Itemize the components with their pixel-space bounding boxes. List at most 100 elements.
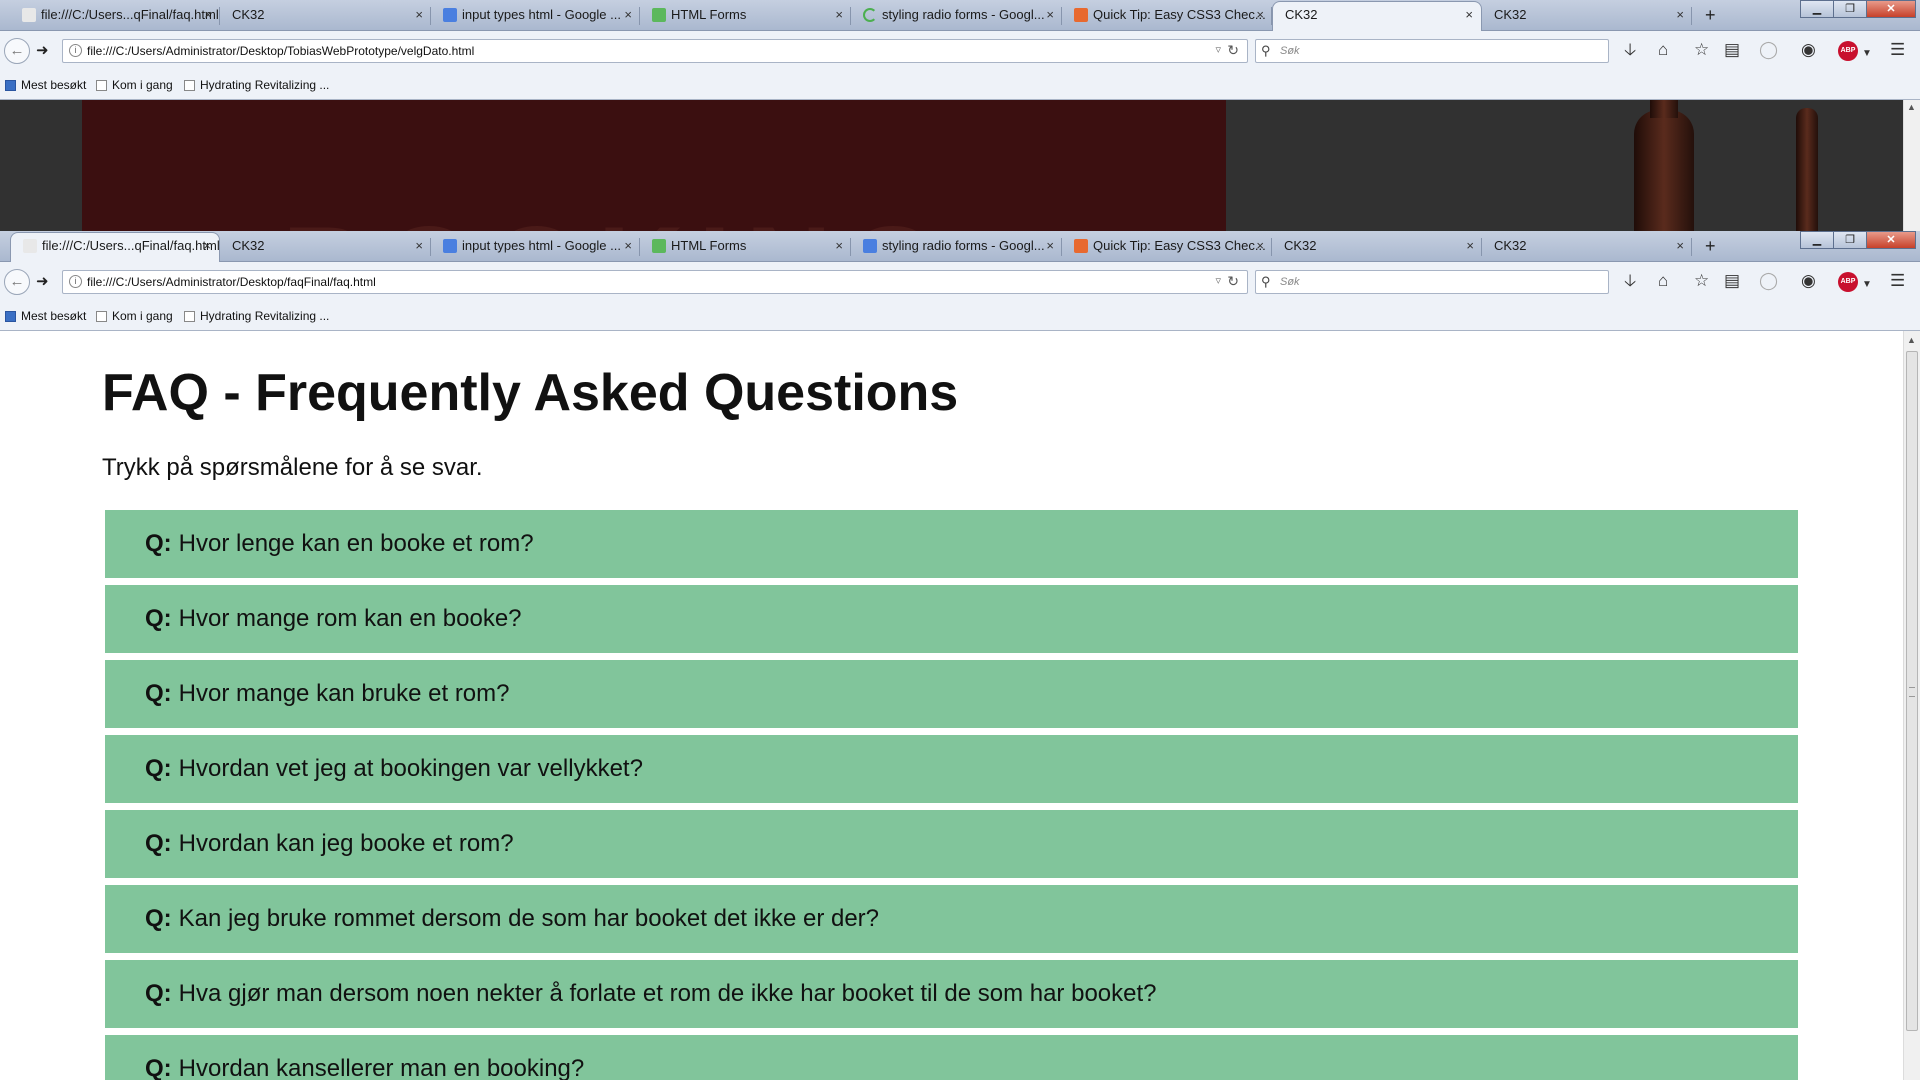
close-tab-icon[interactable]: × [1465, 2, 1473, 28]
browser-tab[interactable]: CK32 × [1272, 1, 1482, 32]
minimize-button[interactable]: ▁ [1800, 0, 1834, 18]
close-tab-icon[interactable]: × [835, 2, 843, 28]
home-icon[interactable]: ⌂ [1658, 271, 1668, 291]
browser-tab[interactable]: CK32 × [220, 2, 431, 31]
w3-icon [652, 239, 666, 253]
browser-tab[interactable]: CK32 × [1482, 2, 1692, 31]
url-bar[interactable]: i file:///C:/Users/Administrator/Desktop… [62, 270, 1248, 294]
tab-label: Quick Tip: Easy CSS3 Chec... [1093, 238, 1266, 253]
search-placeholder: Søk [1280, 45, 1300, 57]
close-tab-icon[interactable]: × [835, 233, 843, 259]
close-tab-icon[interactable]: × [624, 2, 632, 28]
back-button[interactable]: ← [4, 38, 30, 64]
close-tab-icon[interactable]: × [1256, 2, 1264, 28]
adblock-icon[interactable]: ABP [1838, 41, 1858, 61]
browser-tab[interactable]: HTML Forms × [640, 233, 851, 262]
browser-tab[interactable]: input types html - Google ... × [431, 233, 640, 262]
url-bar[interactable]: i file:///C:/Users/Administrator/Desktop… [62, 39, 1248, 63]
new-tab-button[interactable]: + [1705, 3, 1716, 27]
maximize-button[interactable]: ❐ [1833, 231, 1867, 249]
page-intro: Trykk på spørsmålene for å se svar. [102, 454, 483, 481]
adblock-dropdown-icon[interactable]: ▼ [1862, 275, 1872, 295]
page-title: FAQ - Frequently Asked Questions [102, 364, 959, 422]
close-tab-icon[interactable]: × [415, 2, 423, 28]
browser-tab[interactable]: Quick Tip: Easy CSS3 Chec... × [1062, 2, 1272, 31]
reading-list-icon[interactable]: ▤ [1724, 40, 1740, 60]
adblock-dropdown-icon[interactable]: ▼ [1862, 44, 1872, 64]
faq-question[interactable]: Q: Hvordan kansellerer man en booking? [105, 1035, 1798, 1080]
adblock-icon[interactable]: ABP [1838, 272, 1858, 292]
minimize-button[interactable]: ▁ [1800, 231, 1834, 249]
close-tab-icon[interactable]: × [415, 233, 423, 259]
browser-tab[interactable]: CK32 × [220, 233, 431, 262]
home-icon[interactable]: ⌂ [1658, 40, 1668, 60]
vertical-scrollbar[interactable]: ▲ [1903, 331, 1920, 1080]
close-tab-icon[interactable]: × [624, 233, 632, 259]
bookmark-most-visited[interactable]: Mest besøkt [5, 309, 86, 323]
bookmark-getting-started[interactable]: Kom i gang [96, 309, 173, 323]
url-dropdown-icon[interactable]: ▿ [1215, 43, 1221, 56]
faq-question[interactable]: Q: Hvor mange rom kan en booke? [105, 585, 1798, 653]
url-dropdown-icon[interactable]: ▿ [1215, 274, 1221, 287]
bookmark-star-icon[interactable]: ☆ [1694, 40, 1709, 60]
forward-button[interactable]: ➜ [36, 272, 49, 290]
reload-icon[interactable]: ↻ [1227, 273, 1239, 290]
scroll-up-arrow-icon[interactable]: ▲ [1907, 102, 1916, 112]
chat-icon[interactable]: ◉ [1801, 40, 1816, 60]
close-tab-icon[interactable]: × [1676, 2, 1684, 28]
faq-question[interactable]: Q: Hvor mange kan bruke et rom? [105, 660, 1798, 728]
question-text: Hvordan kansellerer man en booking? [178, 1055, 585, 1080]
menu-icon[interactable]: ☰ [1890, 271, 1905, 291]
maximize-button[interactable]: ❐ [1833, 0, 1867, 18]
pocket-icon[interactable]: ◯ [1759, 271, 1778, 291]
new-tab-button[interactable]: + [1705, 234, 1716, 258]
browser-tab[interactable]: file:///C:/Users...qFinal/faq.html × [10, 232, 220, 263]
close-tab-icon[interactable]: × [203, 233, 211, 259]
reading-list-icon[interactable]: ▤ [1724, 271, 1740, 291]
page-info-icon[interactable]: i [69, 275, 82, 288]
url-text[interactable]: file:///C:/Users/Administrator/Desktop/f… [87, 275, 376, 289]
search-bar[interactable]: ⚲ Søk [1255, 39, 1609, 63]
bookmark-hydrating[interactable]: Hydrating Revitalizing ... [184, 78, 329, 92]
faq-question[interactable]: Q: Hvordan kan jeg booke et rom? [105, 810, 1798, 878]
browser-tab[interactable]: input types html - Google ... × [431, 2, 640, 31]
close-tab-icon[interactable]: × [1466, 233, 1474, 259]
bookmark-getting-started[interactable]: Kom i gang [96, 78, 173, 92]
scrollbar-thumb[interactable] [1906, 351, 1918, 1031]
faq-question[interactable]: Q: Hva gjør man dersom noen nekter å forl… [105, 960, 1798, 1028]
search-bar[interactable]: ⚲ Søk [1255, 270, 1609, 294]
scroll-up-arrow-icon[interactable]: ▲ [1907, 335, 1916, 345]
close-window-button[interactable]: ✕ [1866, 0, 1916, 18]
close-tab-icon[interactable]: × [204, 2, 212, 28]
faq-question[interactable]: Q: Hvor lenge kan en booke et rom? [105, 510, 1798, 578]
bookmark-star-icon[interactable]: ☆ [1694, 271, 1709, 291]
browser-tab[interactable]: styling radio forms - Googl... × [851, 2, 1062, 31]
reload-icon[interactable]: ↻ [1227, 42, 1239, 59]
download-icon[interactable]: 🡣 [1624, 271, 1636, 291]
menu-icon[interactable]: ☰ [1890, 40, 1905, 60]
faq-question[interactable]: Q: Hvordan vet jeg at bookingen var velly… [105, 735, 1798, 803]
close-tab-icon[interactable]: × [1046, 233, 1054, 259]
close-window-button[interactable]: ✕ [1866, 231, 1916, 249]
pocket-icon[interactable]: ◯ [1759, 40, 1778, 60]
faq-question[interactable]: Q: Kan jeg bruke rommet dersom de som har… [105, 885, 1798, 953]
back-button[interactable]: ← [4, 269, 30, 295]
close-tab-icon[interactable]: × [1676, 233, 1684, 259]
bookmark-most-visited[interactable]: Mest besøkt [5, 78, 86, 92]
close-tab-icon[interactable]: × [1256, 233, 1264, 259]
browser-tab[interactable]: Quick Tip: Easy CSS3 Chec... × [1062, 233, 1272, 262]
forward-button[interactable]: ➜ [36, 41, 49, 59]
scrollbar[interactable]: ▲ [1903, 100, 1920, 231]
browser-tab[interactable]: styling radio forms - Googl... × [851, 233, 1062, 262]
browser-tab[interactable]: CK32 × [1272, 233, 1482, 262]
chat-icon[interactable]: ◉ [1801, 271, 1816, 291]
google-icon [443, 239, 457, 253]
download-icon[interactable]: 🡣 [1624, 40, 1636, 60]
browser-tab[interactable]: CK32 × [1482, 233, 1692, 262]
bookmark-hydrating[interactable]: Hydrating Revitalizing ... [184, 309, 329, 323]
browser-tab[interactable]: file:///C:/Users...qFinal/faq.html × [10, 2, 220, 31]
url-text[interactable]: file:///C:/Users/Administrator/Desktop/T… [87, 44, 474, 58]
close-tab-icon[interactable]: × [1046, 2, 1054, 28]
browser-tab[interactable]: HTML Forms × [640, 2, 851, 31]
page-info-icon[interactable]: i [69, 44, 82, 57]
